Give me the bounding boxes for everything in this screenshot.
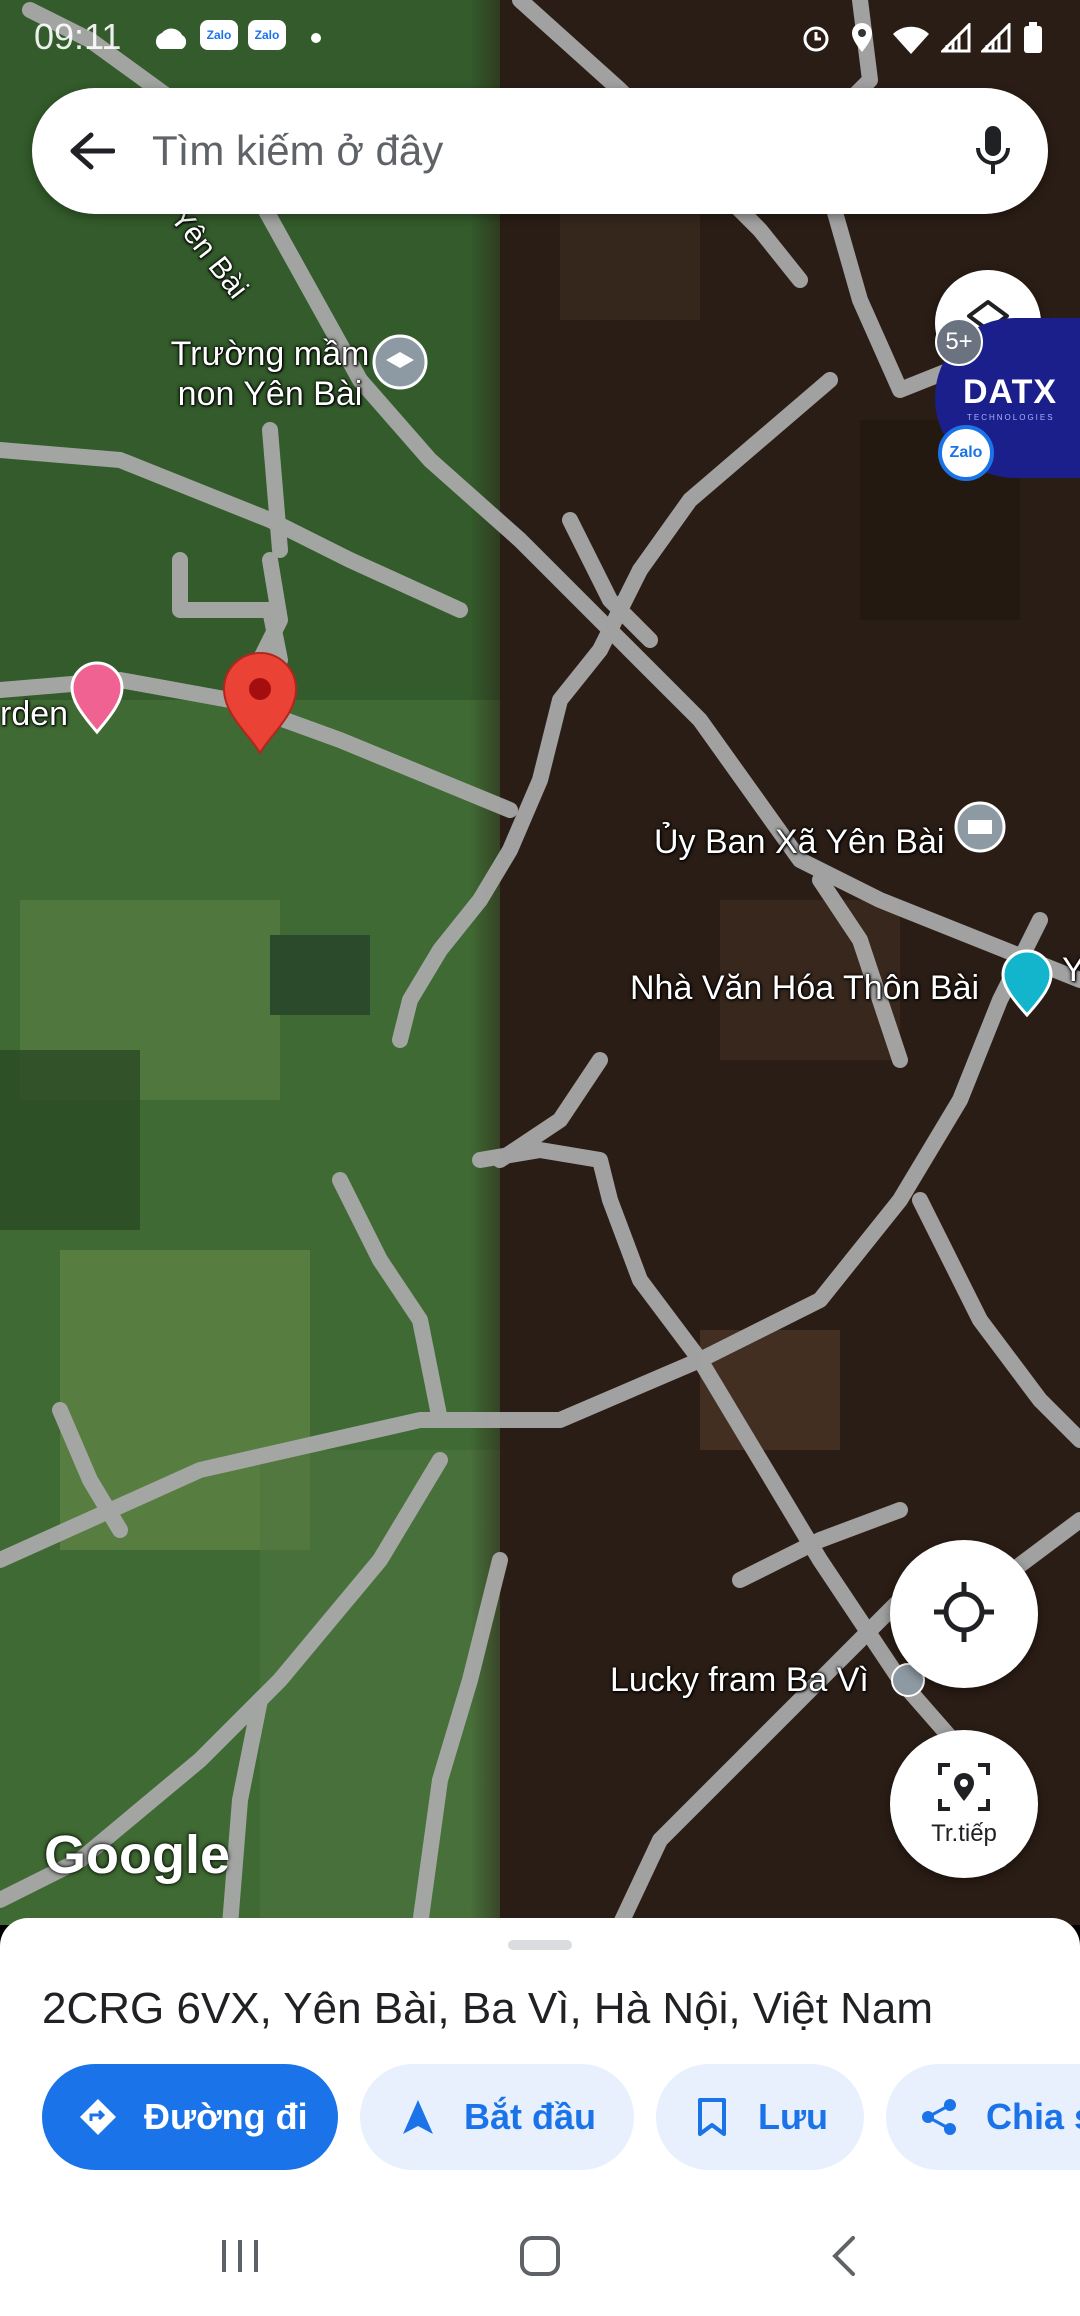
directions-icon [78, 2097, 118, 2137]
datx-subtitle: TECHNOLOGIES [967, 413, 1055, 422]
recents-icon[interactable] [200, 2226, 280, 2286]
culture-house-label[interactable]: Nhà Văn Hóa Thôn Bài [630, 968, 979, 1008]
my-location-icon [932, 1580, 996, 1649]
save-label: Lưu [758, 2096, 829, 2137]
culture-house-cut-label: Y [1062, 951, 1080, 989]
google-logo: Google [44, 1825, 230, 1885]
live-view-icon [936, 1761, 992, 1818]
start-label: Bắt đầu [464, 2096, 597, 2137]
place-address: 2CRG 6VX, Yên Bài, Ba Vì, Hà Nội, Việt N… [42, 1984, 933, 2033]
search-input[interactable] [152, 127, 938, 175]
farm-label[interactable]: Lucky fram Ba Vì [610, 1660, 869, 1700]
search-bar[interactable] [32, 88, 1048, 214]
school-label[interactable]: Trường mầm non Yên Bài [150, 334, 390, 414]
zalo-icon: Zalo [248, 20, 286, 50]
share-button[interactable]: Chia s [886, 2064, 1080, 2170]
school-label-line2: non Yên Bài [177, 375, 363, 413]
save-button[interactable]: Lưu [656, 2064, 864, 2170]
status-time: 09:11 [34, 16, 122, 57]
alarm-icon [796, 20, 836, 56]
status-bar: 09:11 Zalo Zalo [0, 0, 1080, 80]
system-nav-bar [0, 2196, 1080, 2316]
navigation-arrow-icon [398, 2097, 438, 2137]
signal-icon [978, 20, 1014, 56]
microphone-icon[interactable] [938, 88, 1048, 214]
school-label-line1: Trường mầm [170, 335, 370, 373]
wifi-icon [888, 20, 934, 56]
sheet-drag-handle[interactable] [508, 1940, 572, 1950]
share-label: Chia s [986, 2096, 1080, 2137]
zalo-chat-head[interactable]: Zalo [938, 425, 994, 481]
location-icon [844, 20, 880, 56]
my-location-button[interactable] [890, 1540, 1038, 1688]
live-view-button[interactable]: Tr.tiếp [890, 1730, 1038, 1878]
cloud-icon [148, 20, 192, 56]
datx-logo: DATX [963, 373, 1058, 411]
arrow-back-icon[interactable] [32, 88, 152, 214]
zalo-icon: Zalo [200, 20, 238, 50]
committee-label[interactable]: Ủy Ban Xã Yên Bài [654, 822, 944, 862]
directions-button[interactable]: Đường đi [42, 2064, 338, 2170]
share-icon [920, 2097, 960, 2137]
government-poi-icon [954, 801, 1006, 853]
home-icon[interactable] [500, 2226, 580, 2286]
action-chips: Đường đi Bắt đầu Lưu Chia s [42, 2064, 1080, 2170]
start-button[interactable]: Bắt đầu [360, 2064, 634, 2170]
battery-icon [1018, 20, 1048, 56]
back-icon[interactable] [804, 2226, 884, 2286]
directions-label: Đường đi [144, 2096, 308, 2137]
dot-icon [306, 20, 326, 56]
signal-icon [938, 20, 974, 56]
live-view-label: Tr.tiếp [931, 1819, 997, 1847]
notification-badge: 5+ [935, 318, 983, 366]
garden-label[interactable]: rden [0, 694, 68, 734]
bookmark-icon [692, 2097, 732, 2137]
